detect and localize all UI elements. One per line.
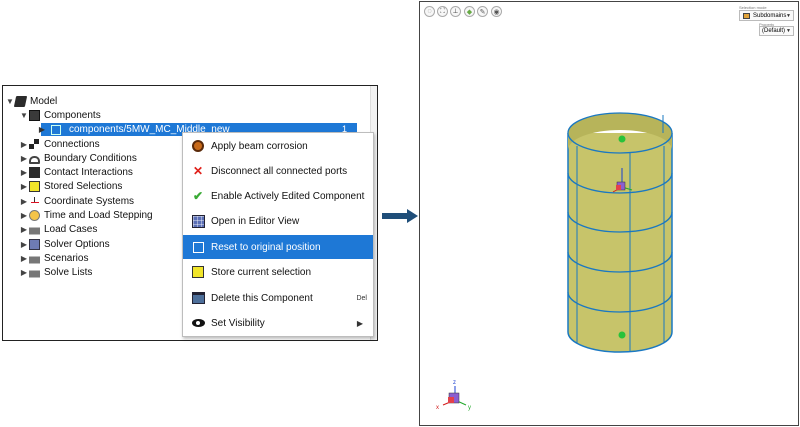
menu-item-apply-beam-corrosion[interactable]: Apply beam corrosion: [183, 134, 373, 158]
tree-label: Scenarios: [44, 252, 89, 264]
menu-item-label: Delete this Component: [211, 292, 313, 304]
cylinder-model[interactable]: z y x: [420, 2, 798, 425]
expand-right-icon[interactable]: ▶: [19, 254, 29, 263]
menu-item-store-selection[interactable]: Store current selection: [183, 260, 373, 284]
check-icon: ✔: [192, 189, 204, 203]
shortcut-label: Del: [356, 294, 367, 302]
reset-icon: [191, 240, 205, 254]
tree-label: Stored Selections: [44, 180, 123, 192]
x-icon: ✕: [192, 164, 204, 178]
tree-label: Load Cases: [44, 223, 98, 235]
expand-right-icon[interactable]: ▶: [19, 140, 29, 149]
tree-item-solver-options[interactable]: ▶ Solver Options: [19, 237, 110, 251]
tree-label: Solve Lists: [44, 266, 93, 278]
tree-item-model[interactable]: ▼ Model: [5, 94, 57, 108]
contact-icon: [29, 166, 40, 178]
components-icon: [29, 109, 40, 121]
tree-label: Connections: [44, 138, 100, 150]
expand-down-icon[interactable]: ▼: [19, 111, 29, 120]
menu-item-disconnect-ports[interactable]: ✕ Disconnect all connected ports: [183, 159, 373, 183]
axis-x-label: x: [436, 405, 439, 411]
factory-icon: [29, 266, 40, 278]
expand-right-icon[interactable]: ▶: [19, 154, 29, 163]
expand-right-icon[interactable]: ▶: [19, 225, 29, 234]
tree-label: Boundary Conditions: [44, 152, 137, 164]
menu-item-set-visibility[interactable]: Set Visibility ▶: [183, 311, 373, 335]
factory-icon: [29, 252, 40, 264]
context-menu: Apply beam corrosion ✕ Disconnect all co…: [182, 132, 374, 337]
tree-item-scenarios[interactable]: ▶ Scenarios: [19, 251, 88, 265]
menu-item-delete-component[interactable]: Delete this Component Del: [183, 286, 373, 310]
solver-icon: [29, 238, 40, 250]
tree-item-time-load-stepping[interactable]: ▶ Time and Load Stepping: [19, 208, 153, 222]
tree-label: Solver Options: [44, 238, 110, 250]
tree-label: Time and Load Stepping: [44, 209, 153, 221]
tree-item-load-cases[interactable]: ▶ Load Cases: [19, 222, 97, 236]
tree-item-solve-lists[interactable]: ▶ Solve Lists: [19, 265, 92, 279]
expand-right-icon[interactable]: ▶: [19, 211, 29, 220]
tree-label: Coordinate Systems: [44, 195, 135, 207]
menu-item-label: Open in Editor View: [211, 215, 300, 227]
tree-item-coordinate-systems[interactable]: ▶ Coordinate Systems: [19, 194, 134, 208]
menu-item-enable-actively-edited[interactable]: ✔ Enable Actively Edited Component: [183, 184, 373, 208]
eye-icon: [191, 316, 205, 330]
expand-right-icon[interactable]: ▶: [37, 125, 47, 134]
tree-item-connections[interactable]: ▶ Connections: [19, 137, 100, 151]
tree-label: Components: [44, 109, 101, 121]
right-arrow-icon: [382, 209, 418, 223]
editor-icon: [191, 214, 205, 228]
corrosion-icon: [191, 139, 205, 153]
factory-icon: [29, 223, 40, 235]
expand-right-icon[interactable]: ▶: [19, 197, 29, 206]
store-selection-icon: [191, 265, 205, 279]
delete-icon: [191, 291, 205, 305]
tree-item-boundary-conditions[interactable]: ▶ Boundary Conditions: [19, 151, 137, 165]
model-icon: [13, 95, 28, 107]
expand-right-icon[interactable]: ▶: [19, 182, 29, 191]
axis-z-label: z: [453, 380, 456, 386]
expand-right-icon[interactable]: ▶: [19, 240, 29, 249]
tree-item-components[interactable]: ▼ Components: [19, 108, 101, 122]
expand-right-icon[interactable]: ▶: [19, 268, 29, 277]
selection-cube-icon: [29, 180, 40, 192]
clock-icon: [29, 209, 40, 221]
menu-item-label: Enable Actively Edited Component: [211, 190, 365, 202]
menu-item-reset-original-position[interactable]: Reset to original position: [183, 235, 373, 259]
menu-item-open-editor-view[interactable]: Open in Editor View: [183, 209, 373, 233]
lock-icon: [29, 155, 40, 164]
coordinate-axes-icon: [29, 196, 40, 207]
tree-label: Model: [30, 95, 58, 107]
menu-item-label: Apply beam corrosion: [211, 140, 308, 152]
menu-item-label: Disconnect all connected ports: [211, 165, 348, 177]
axis-y-label: y: [468, 405, 471, 411]
submenu-arrow-icon: ▶: [356, 318, 363, 328]
3d-viewer[interactable]: ◌ ⛶ ⟂ ◆ ✎ ◉ Selection mode Subdomains ▼ …: [419, 1, 799, 426]
tree-item-stored-selections[interactable]: ▶ Stored Selections: [19, 179, 122, 193]
expand-right-icon[interactable]: ▶: [19, 168, 29, 177]
tree-label: Contact Interactions: [44, 166, 133, 178]
menu-item-label: Set Visibility: [211, 317, 265, 329]
tree-item-contact-interactions[interactable]: ▶ Contact Interactions: [19, 165, 133, 179]
connections-icon: [29, 138, 40, 150]
menu-item-label: Reset to original position: [211, 241, 321, 253]
menu-item-label: Store current selection: [211, 266, 312, 278]
component-icon: [51, 124, 61, 135]
